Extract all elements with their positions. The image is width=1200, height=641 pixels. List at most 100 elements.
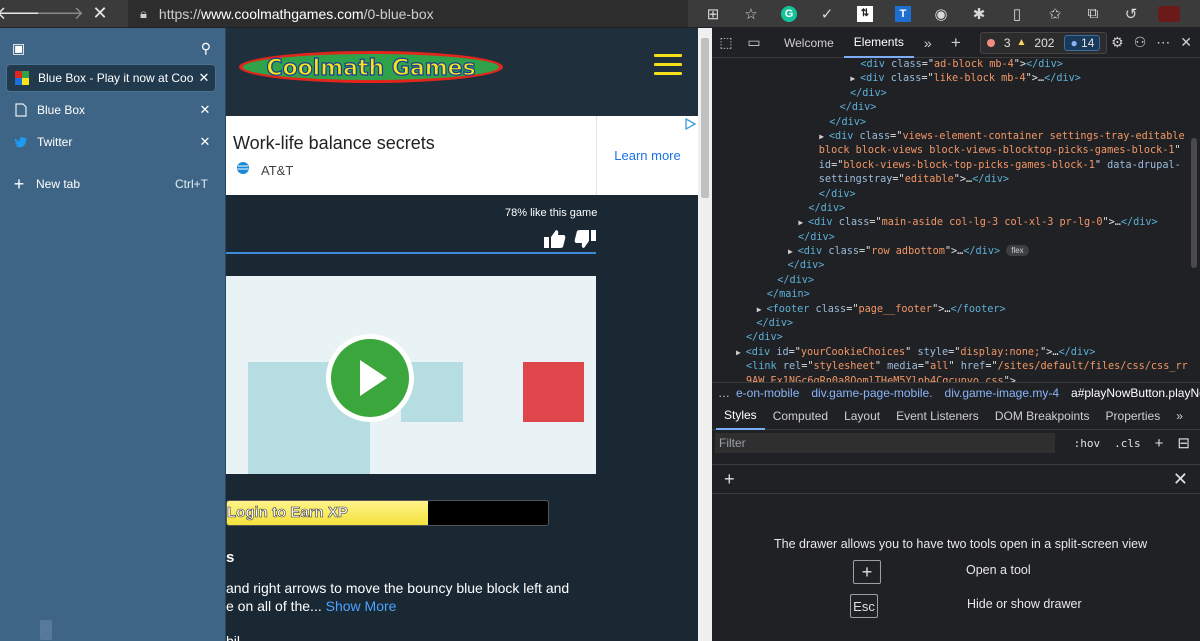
breadcrumb-item[interactable]: e-on-mobile	[736, 386, 805, 400]
esc-key[interactable]: Esc	[850, 594, 878, 618]
drawer-add-tool-icon[interactable]: +	[724, 469, 735, 490]
tab-computed[interactable]: Computed	[765, 402, 836, 430]
favorites-icon[interactable]: ✩	[1036, 0, 1074, 27]
close-tab-icon[interactable]: ✕	[194, 102, 216, 118]
collections-icon[interactable]: ⧉	[1074, 0, 1112, 27]
tab-properties[interactable]: Properties	[1098, 402, 1169, 430]
address-bar[interactable]: 🔒︎ https://www.coolmathgames.com/0-blue-…	[128, 0, 688, 27]
dom-node-line[interactable]: </main>	[712, 288, 1188, 302]
ad-learn-more-link[interactable]: Learn more	[596, 116, 698, 195]
add-favorite-icon[interactable]: ☆	[732, 0, 770, 27]
elements-scrollbar-thumb[interactable]	[1191, 138, 1197, 268]
new-style-rule-icon[interactable]: +	[1155, 435, 1164, 452]
new-tab-button[interactable]: + New tab Ctrl+T	[6, 170, 216, 198]
expand-caret-icon[interactable]: ▶	[736, 348, 746, 357]
elements-scrollbar[interactable]	[1188, 58, 1200, 382]
dom-node-line[interactable]: </div>	[712, 87, 1188, 101]
dom-node-line[interactable]: <link rel="stylesheet" media="all" href=…	[712, 360, 1188, 374]
play-button-icon[interactable]	[326, 334, 414, 422]
dom-node-line[interactable]: </div>	[712, 116, 1188, 130]
more-subtabs-icon[interactable]: »	[1168, 402, 1191, 430]
dom-node-line[interactable]: settingstray="editable">…</div>	[712, 173, 1188, 187]
split-screen-icon[interactable]: ▯	[998, 0, 1036, 27]
page-scrollbar-thumb[interactable]	[701, 38, 709, 198]
close-tab-icon[interactable]: ✕	[194, 134, 216, 150]
dom-node-line[interactable]: </div>	[712, 231, 1188, 245]
hide-drawer-row[interactable]: Esc Hide or show drawer	[850, 594, 1082, 618]
back-arrow-icon[interactable]: 🡐	[0, 0, 44, 27]
breadcrumb-item[interactable]: div.game-image.my-4	[939, 386, 1065, 400]
expand-caret-icon[interactable]: ▶	[798, 218, 808, 227]
dom-node-line[interactable]: </div>	[712, 188, 1188, 202]
expand-caret-icon[interactable]: ▶	[788, 247, 798, 256]
styles-filter-input[interactable]: Filter	[715, 433, 1055, 453]
xp-progress-bar[interactable]: Login to Earn XP	[226, 500, 549, 526]
t-extension-icon[interactable]: T	[884, 0, 922, 27]
coolmath-logo[interactable]: Coolmath Games	[238, 48, 504, 84]
more-options-icon[interactable]: ⋯	[1156, 34, 1170, 51]
thumbs-up-icon[interactable]	[544, 230, 566, 248]
device-toolbar-icon[interactable]: ▭	[740, 34, 768, 51]
dom-node-line[interactable]: ▶ <div id="yourCookieChoices" style="dis…	[712, 346, 1188, 360]
dom-node-line[interactable]: block block-views block-views-blocktop-p…	[712, 144, 1188, 158]
pin-pane-icon[interactable]: ⚲	[201, 40, 211, 57]
plus-key-icon[interactable]: +	[853, 560, 881, 584]
class-toggle[interactable]: .cls	[1114, 437, 1141, 450]
history-icon[interactable]: ↺	[1112, 0, 1150, 27]
dom-node-line[interactable]: </div>	[712, 331, 1188, 345]
dom-node-line[interactable]: 9AW_Ex1NGc6gRn0a8OomlTHeM5Ylpb4Cqcupyo.c…	[712, 375, 1188, 382]
dom-node-line[interactable]: </div>	[712, 317, 1188, 331]
breadcrumb-overflow[interactable]: …	[712, 386, 736, 400]
add-tab-icon[interactable]: +	[942, 33, 970, 53]
tab-dom-breakpoints[interactable]: DOM Breakpoints	[987, 402, 1098, 430]
page-scrollbar[interactable]	[698, 28, 712, 641]
tab-item[interactable]: Blue Box - Play it now at Coolmath Games…	[6, 64, 216, 92]
dom-node-line[interactable]: </div>	[712, 101, 1188, 115]
location-pin-icon[interactable]: ◉	[922, 0, 960, 27]
tab-actions-icon[interactable]: ▣	[12, 40, 25, 57]
flex-badge[interactable]: flex	[1006, 245, 1029, 257]
stop-loading-icon[interactable]: ✕	[80, 0, 120, 27]
show-more-link[interactable]: Show More	[326, 598, 397, 614]
expand-caret-icon[interactable]: ▶	[757, 305, 767, 314]
checkmark-circle-icon[interactable]: ✓	[808, 0, 846, 27]
info-badge[interactable]: ● 14	[1064, 34, 1101, 51]
dom-node-line[interactable]: <div class="ad-block mb-4"></div>	[712, 58, 1188, 72]
puzzle-extensions-icon[interactable]: ✱	[960, 0, 998, 27]
dom-node-line[interactable]: </div>	[712, 202, 1188, 216]
breadcrumb-item[interactable]: div.game-page-mobile.	[805, 386, 938, 400]
tab-elements[interactable]: Elements	[843, 28, 914, 58]
tab-event-listeners[interactable]: Event Listeners	[888, 402, 987, 430]
dom-node-line[interactable]: ▶ <footer class="page__footer">…</footer…	[712, 303, 1188, 317]
hamburger-menu-icon[interactable]	[654, 54, 682, 76]
open-tool-row[interactable]: + Open a tool	[853, 560, 1031, 584]
close-tab-icon[interactable]: ✕	[193, 70, 215, 86]
settings-gear-icon[interactable]: ⚙	[1111, 34, 1124, 51]
advertisement[interactable]: Work-life balance secrets AT&T Learn mor…	[226, 116, 698, 195]
dom-node-line[interactable]: ▶ <div class="views-element-container se…	[712, 130, 1188, 144]
thumbs-down-icon[interactable]	[574, 230, 596, 248]
more-menu-icon[interactable]: ⋯	[1188, 0, 1200, 27]
computed-sidebar-icon[interactable]: ⊟	[1177, 434, 1190, 452]
tabs-scrollbar[interactable]	[40, 620, 52, 640]
tab-styles[interactable]: Styles	[716, 402, 765, 430]
inspect-element-icon[interactable]: ⬚	[712, 34, 740, 51]
breadcrumb-item-selected[interactable]: a#playNowButton.playNow	[1065, 386, 1200, 400]
tab-welcome[interactable]: Welcome	[774, 28, 844, 58]
issues-counter[interactable]: 3 ▲ 202 ● 14	[979, 31, 1108, 54]
dom-node-line[interactable]: </div>	[712, 259, 1188, 273]
dom-node-line[interactable]: ▶ <div class="like-block mb-4">…</div>	[712, 72, 1188, 86]
close-drawer-icon[interactable]: ✕	[1173, 469, 1188, 490]
dom-node-line[interactable]: </div>	[712, 274, 1188, 288]
grammarly-icon[interactable]: G	[770, 0, 808, 27]
game-preview[interactable]	[226, 276, 596, 474]
close-devtools-icon[interactable]: ✕	[1180, 34, 1192, 51]
elements-dom-tree[interactable]: <div class="ad-block mb-4"></div> ▶ <div …	[712, 58, 1188, 382]
app-grid-icon[interactable]: ⊞	[694, 0, 732, 27]
profile-avatar[interactable]	[1150, 0, 1188, 27]
expand-caret-icon[interactable]: ▶	[850, 74, 860, 83]
customize-icon[interactable]: ⚇	[1134, 34, 1147, 51]
tab-item[interactable]: Blue Box ✕	[6, 96, 216, 124]
dom-node-line[interactable]: id="block-views-block-top-picks-games-bl…	[712, 159, 1188, 173]
tab-layout[interactable]: Layout	[836, 402, 888, 430]
